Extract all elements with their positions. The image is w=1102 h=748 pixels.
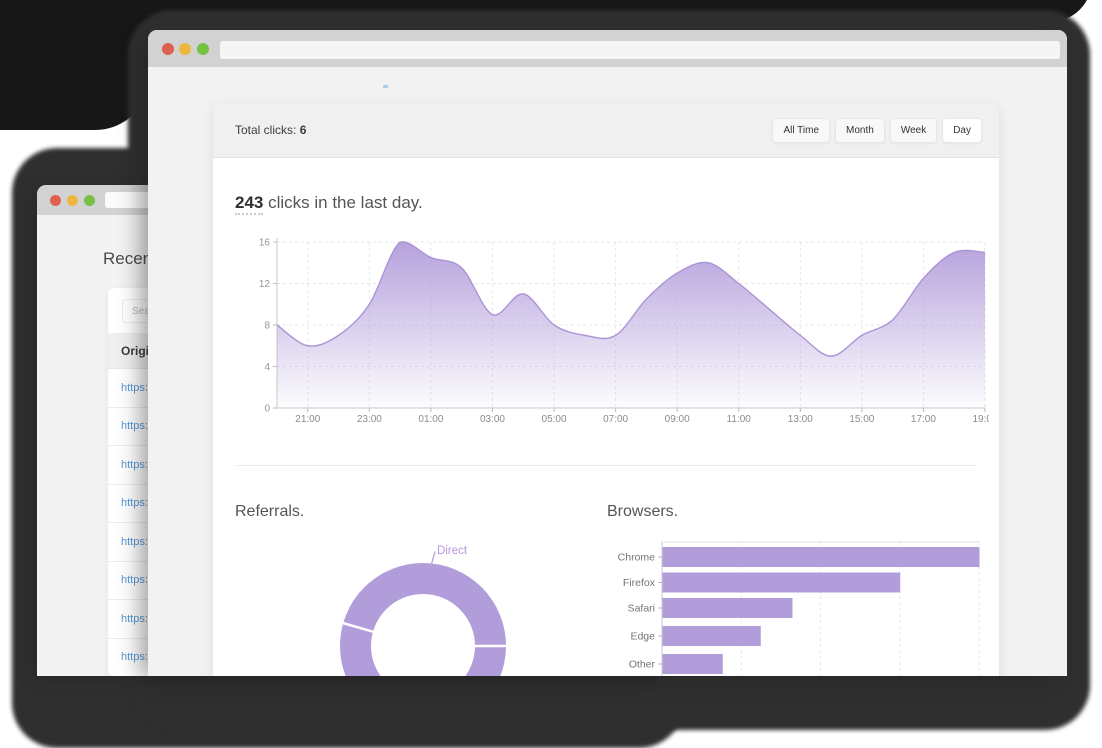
zoom-window-button[interactable] bbox=[84, 195, 95, 206]
short-link[interactable]: https: bbox=[121, 651, 148, 663]
svg-text:23:00: 23:00 bbox=[357, 414, 382, 425]
svg-text:13:00: 13:00 bbox=[788, 414, 813, 425]
url-bar[interactable] bbox=[220, 41, 1060, 59]
range-button-all-time[interactable]: All Time bbox=[772, 117, 831, 143]
bar-label-other: Other bbox=[629, 659, 656, 671]
svg-text:17:00: 17:00 bbox=[911, 414, 936, 425]
svg-text:05:00: 05:00 bbox=[542, 414, 567, 425]
browsers-bar-chart: Chrome Firefox Safari Edge Other bbox=[618, 541, 980, 676]
range-button-month[interactable]: Month bbox=[835, 117, 885, 143]
svg-text:15:00: 15:00 bbox=[849, 414, 874, 425]
donut-slice-label-direct: Direct bbox=[437, 545, 468, 557]
short-link[interactable]: https: bbox=[121, 536, 148, 548]
total-clicks-label: Total clicks: 6 bbox=[235, 123, 306, 137]
section-divider bbox=[235, 465, 977, 466]
svg-text:01:00: 01:00 bbox=[418, 414, 443, 425]
referrals-donut-chart: Direct bbox=[340, 545, 506, 676]
clicks-area-chart: 0 4 8 12 16 21:00 23:00 01:00 03:00 05:00 07:00 09:… bbox=[259, 238, 989, 426]
svg-text:8: 8 bbox=[264, 321, 270, 332]
clicks-count: 243 bbox=[235, 193, 264, 215]
svg-text:19:00: 19:00 bbox=[972, 414, 989, 425]
short-link[interactable]: https: bbox=[121, 382, 148, 394]
svg-text:0: 0 bbox=[264, 404, 270, 415]
clicks-headline: 243 clicks in the last day. bbox=[235, 193, 423, 215]
short-link[interactable]: https: bbox=[121, 497, 148, 509]
bar-label-chrome: Chrome bbox=[618, 552, 656, 564]
referrals-title: Referrals. bbox=[235, 503, 305, 520]
stats-card-header: Total clicks: 6 All Time Month Week Day bbox=[213, 103, 999, 158]
zoom-window-button[interactable] bbox=[197, 43, 209, 55]
svg-text:4: 4 bbox=[264, 362, 270, 373]
decorative-dash bbox=[383, 85, 388, 88]
browsers-title: Browsers. bbox=[607, 503, 679, 520]
short-link[interactable]: https: bbox=[121, 459, 148, 471]
short-link[interactable]: https: bbox=[121, 613, 148, 625]
svg-text:03:00: 03:00 bbox=[480, 414, 505, 425]
analytics-browser-window: Total clicks: 6 All Time Month Week Day 243… bbox=[148, 30, 1067, 676]
bar-label-edge: Edge bbox=[630, 631, 655, 643]
short-link[interactable]: https: bbox=[121, 574, 148, 586]
svg-text:09:00: 09:00 bbox=[665, 414, 690, 425]
total-clicks-text: Total clicks: bbox=[235, 123, 297, 137]
short-link[interactable]: https: bbox=[121, 420, 148, 432]
time-range-buttons: All Time Month Week Day bbox=[772, 117, 982, 143]
close-window-button[interactable] bbox=[50, 195, 61, 206]
svg-text:21:00: 21:00 bbox=[295, 414, 320, 425]
svg-text:12: 12 bbox=[259, 279, 271, 290]
range-button-day[interactable]: Day bbox=[942, 117, 982, 143]
stats-card: Total clicks: 6 All Time Month Week Day 243… bbox=[213, 103, 999, 676]
bar-label-firefox: Firefox bbox=[623, 577, 656, 589]
front-titlebar bbox=[148, 30, 1067, 67]
bar-label-safari: Safari bbox=[628, 603, 655, 615]
svg-text:11:00: 11:00 bbox=[727, 414, 752, 425]
recent-links-heading: Recen bbox=[103, 249, 153, 268]
total-clicks-value: 6 bbox=[299, 123, 307, 137]
close-window-button[interactable] bbox=[162, 43, 174, 55]
clicks-headline-text: clicks in the last day. bbox=[263, 193, 423, 212]
range-button-week[interactable]: Week bbox=[889, 117, 938, 143]
svg-text:16: 16 bbox=[259, 238, 271, 249]
minimize-window-button[interactable] bbox=[67, 195, 78, 206]
minimize-window-button[interactable] bbox=[179, 43, 191, 55]
svg-text:07:00: 07:00 bbox=[603, 414, 628, 425]
